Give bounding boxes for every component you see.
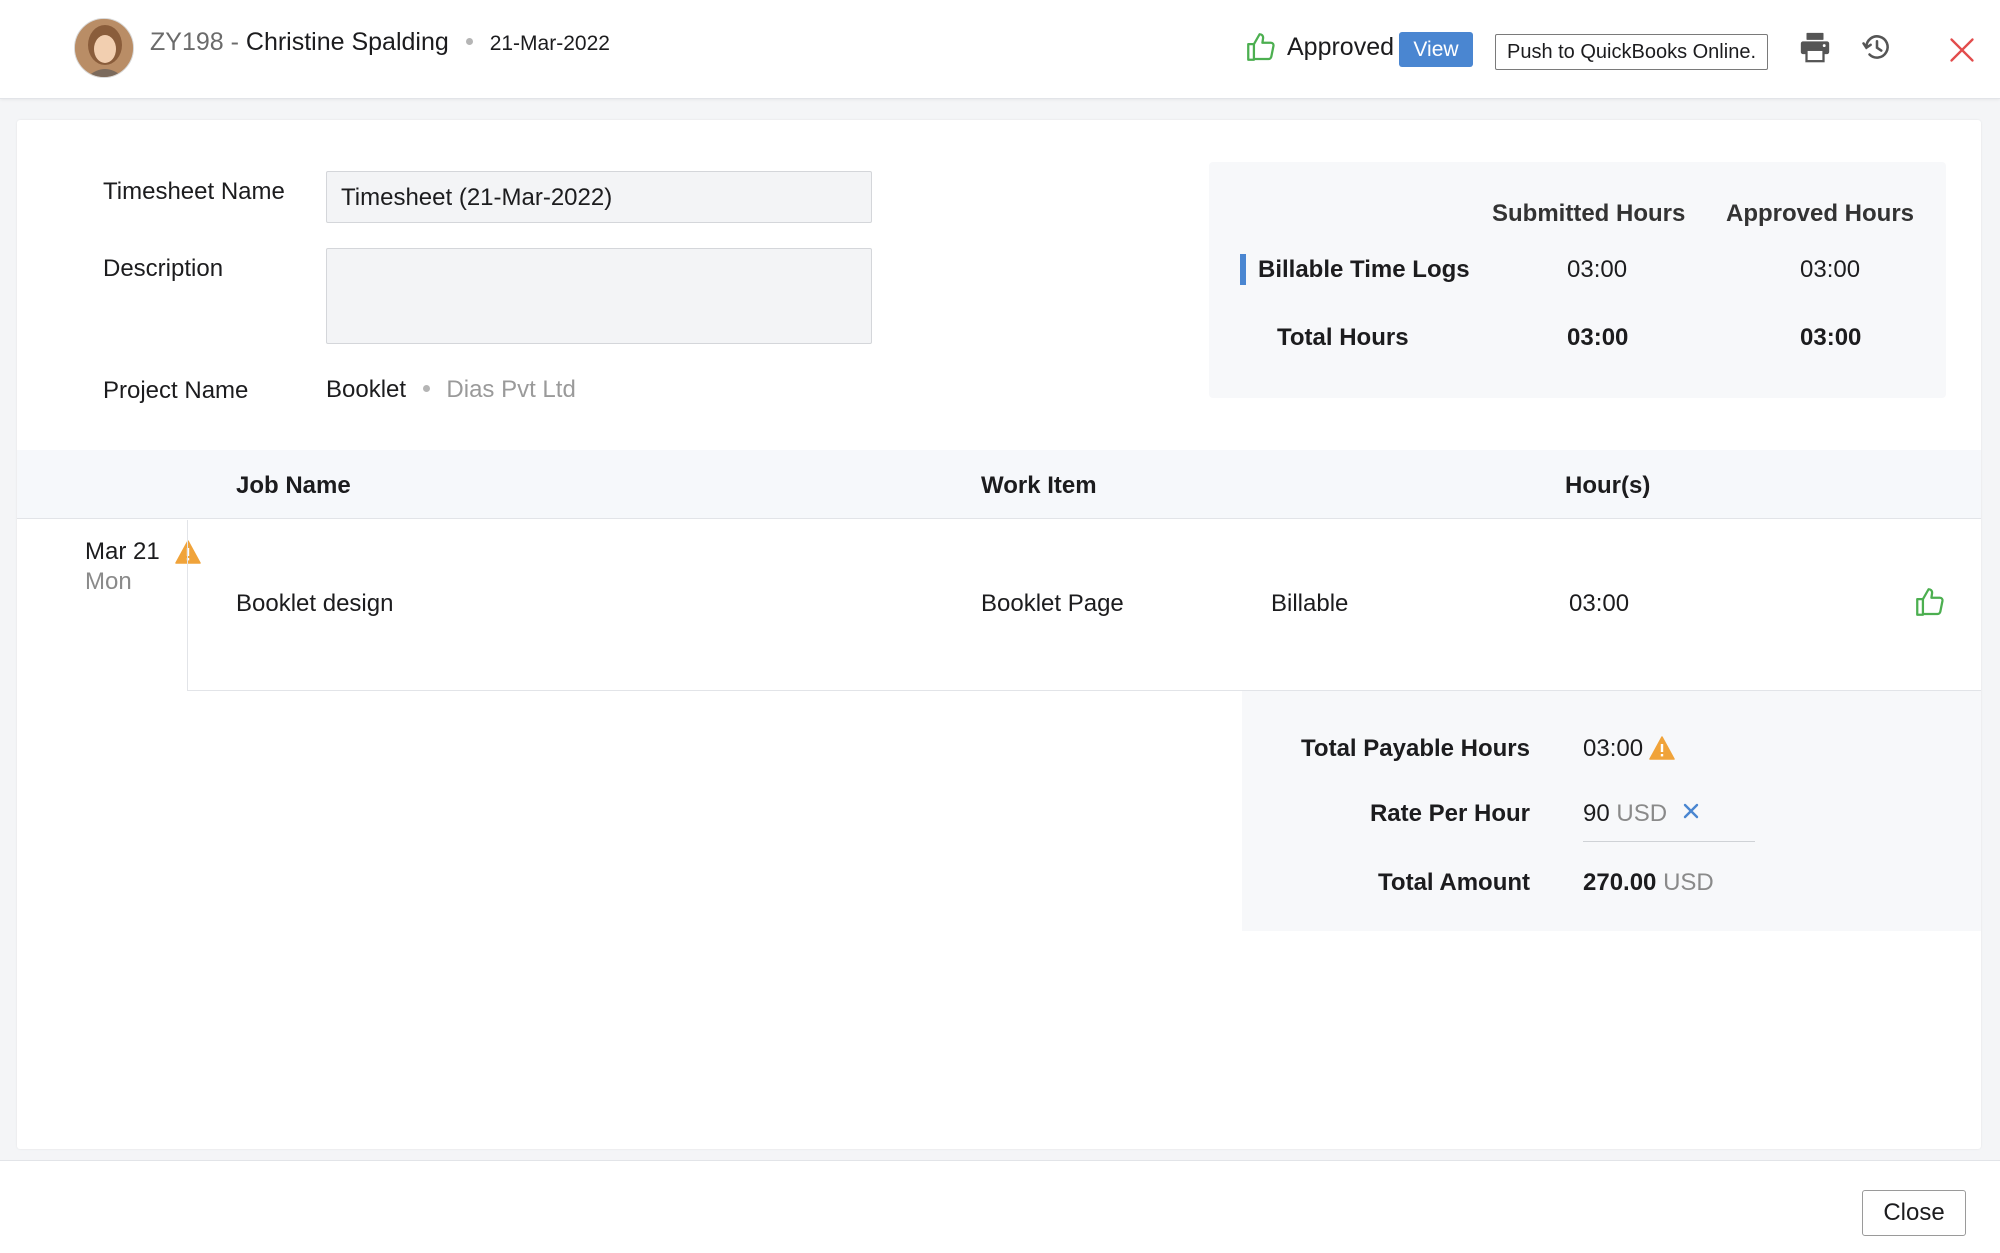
history-icon[interactable] [1860,30,1894,64]
employee-line: ZY198 - Christine Spalding 21-Mar-2022 [150,28,610,57]
billable-approved-hours: 03:00 [1800,256,1861,283]
row-divider-vertical [187,520,188,691]
hours-cell: 03:00 [1569,590,1630,617]
description-field[interactable] [326,248,872,344]
billable-submitted-hours: 03:00 [1567,256,1628,283]
avatar [74,18,134,78]
work-item-cell: Booklet Page [981,590,1124,617]
project-name: Booklet [326,376,407,403]
job-name-column-header: Job Name [236,472,351,499]
total-amount-label: Total Amount [1378,869,1530,896]
timesheet-name-label: Timesheet Name [103,178,285,205]
totals-panel: Total Payable Hours 03:00 Rate Per Hour … [1242,691,1981,931]
separator-dot [465,37,473,45]
timesheet-name-value: Timesheet (21-Mar-2022) [341,184,613,211]
rate-currency: USD [1616,800,1668,827]
client-name: Dias Pvt Ltd [446,376,576,403]
rate-value: 90 [1583,800,1610,827]
timesheet-name-field[interactable]: Timesheet (21-Mar-2022) [326,171,872,223]
amount-currency: USD [1663,869,1714,896]
push-to-quickbooks-button[interactable]: Push to QuickBooks Online. [1495,34,1768,70]
thumbs-up-icon[interactable] [1913,585,1947,619]
total-amount-value: 270.00 USD [1583,869,1714,897]
hours-column-header: Hour(s) [1565,472,1651,499]
separator-dot [422,385,430,393]
time-log-table-header: Job Name Work Item Hour(s) [17,450,1981,519]
billable-indicator [1240,254,1246,285]
warning-icon[interactable] [175,540,201,564]
employee-name: Christine Spalding [245,28,449,56]
rate-field-underline [1583,841,1755,842]
timesheet-header: ZY198 - Christine Spalding 21-Mar-2022 A… [0,0,2000,99]
rate-per-hour-label: Rate Per Hour [1369,800,1530,827]
amount-value: 270.00 [1583,869,1657,896]
log-weekday: Mon [85,568,132,595]
approved-hours-header: Approved Hours [1726,200,1915,227]
submitted-hours-header: Submitted Hours [1492,200,1686,227]
status-label: Approved [1287,33,1395,61]
job-name-cell: Booklet design [236,590,394,617]
timesheet-detail-card: Timesheet Name Timesheet (21-Mar-2022) D… [17,120,1981,1149]
clear-icon[interactable] [1681,801,1701,821]
hours-summary-panel: Submitted Hours Approved Hours Billable … [1209,162,1946,398]
view-button[interactable]: View [1399,32,1473,67]
total-payable-hours-label: Total Payable Hours [1301,735,1530,762]
billing-type-cell: Billable [1271,590,1349,617]
total-hours-label: Total Hours [1277,324,1409,351]
project-name-value: Booklet Dias Pvt Ltd [326,376,576,404]
log-date: Mar 21 [85,538,160,565]
employee-code: ZY198 - [150,28,239,56]
description-label: Description [103,255,224,282]
billable-time-logs-label: Billable Time Logs [1258,256,1470,283]
timesheet-date: 21-Mar-2022 [489,32,610,55]
print-icon[interactable] [1798,30,1832,64]
total-approved-hours: 03:00 [1800,324,1862,351]
warning-icon[interactable] [1649,736,1675,760]
close-icon[interactable] [1948,36,1976,64]
project-name-label: Project Name [103,377,249,404]
work-item-column-header: Work Item [981,472,1097,499]
total-submitted-hours: 03:00 [1567,324,1629,351]
close-button[interactable]: Close [1862,1190,1966,1236]
total-payable-hours-value: 03:00 [1583,735,1644,762]
thumbs-up-icon [1247,33,1275,61]
dialog-footer: Close [0,1160,2000,1253]
rate-per-hour-field[interactable]: 90 USD [1583,800,1667,828]
